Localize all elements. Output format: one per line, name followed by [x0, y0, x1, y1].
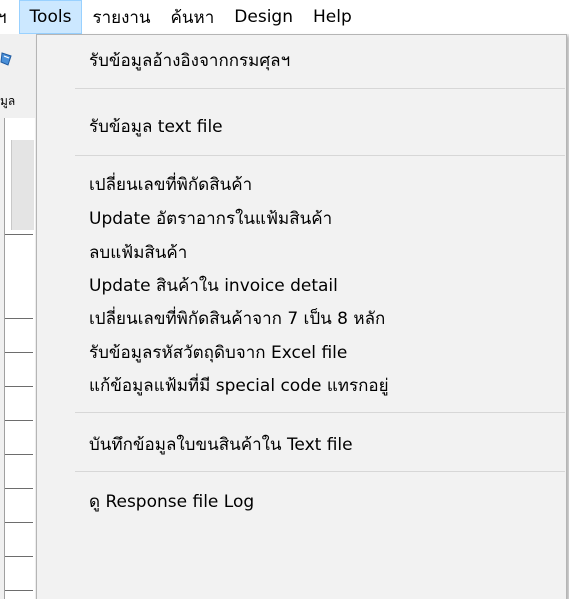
background-label: มูล: [0, 94, 16, 108]
background-divider: [5, 556, 33, 557]
tools-dropdown-menu: รับข้อมูลอ้างอิงจากกรมศุลฯ รับข้อมูล tex…: [36, 34, 567, 599]
background-divider: [5, 318, 33, 319]
menu-item-fix-special-code[interactable]: แก้ข้อมูลแฟ้มที่มี special code แทรกอยู่: [89, 373, 389, 399]
menu-item-update-invoice-detail[interactable]: Update สินค้าใน invoice detail: [89, 273, 338, 299]
background-panel-shade: [11, 140, 34, 230]
menu-previous-cut[interactable]: ฯ: [0, 0, 19, 34]
menu-separator: [75, 412, 565, 413]
menu-item-update-duty-rate[interactable]: Update อัตราอากรในแฟ้มสินค้า: [89, 206, 332, 232]
menu-item-change-tariff-code[interactable]: เปลี่ยนเลขที่พิกัดสินค้า: [89, 172, 252, 198]
menu-item-delete-product-file[interactable]: ลบแฟ้มสินค้า: [89, 240, 187, 266]
menu-item-import-customs-reference[interactable]: รับข้อมูลอ้างอิงจากกรมศุลฯ: [89, 48, 290, 74]
menu-separator: [75, 471, 565, 472]
background-divider: [5, 454, 33, 455]
menu-item-save-declaration-text[interactable]: บันทึกข้อมูลใบขนสินค้าใน Text file: [89, 432, 353, 458]
menu-item-import-text-file[interactable]: รับข้อมูล text file: [89, 114, 223, 140]
menu-tools[interactable]: Tools: [18, 0, 83, 34]
menu-bar: ฯ Tools รายงาน ค้นหา Design Help: [0, 0, 569, 34]
menu-help[interactable]: Help: [303, 0, 362, 34]
background-divider: [5, 488, 33, 489]
background-divider: [5, 590, 33, 591]
background-divider: [5, 386, 33, 387]
menu-item-tariff-7-to-8-digits[interactable]: เปลี่ยนเลขที่พิกัดสินค้าจาก 7 เป็น 8 หลั…: [89, 306, 385, 332]
menu-separator: [75, 155, 565, 156]
menu-item-view-response-log[interactable]: ดู Response file Log: [89, 489, 254, 515]
background-divider: [5, 420, 33, 421]
menu-search[interactable]: ค้นหา: [161, 0, 225, 34]
menu-item-import-material-excel[interactable]: รับข้อมูลรหัสวัตถุดิบจาก Excel file: [89, 340, 347, 366]
background-divider: [5, 352, 33, 353]
app-screen: มูล ฯ Tools รายงาน ค้นหา Design Help รับ…: [0, 0, 569, 599]
background-divider: [5, 522, 33, 523]
background-divider: [5, 234, 33, 235]
menu-design[interactable]: Design: [224, 0, 303, 34]
menu-separator: [75, 88, 565, 89]
toolbar-icon[interactable]: [0, 52, 12, 66]
menu-reports[interactable]: รายงาน: [82, 0, 160, 34]
